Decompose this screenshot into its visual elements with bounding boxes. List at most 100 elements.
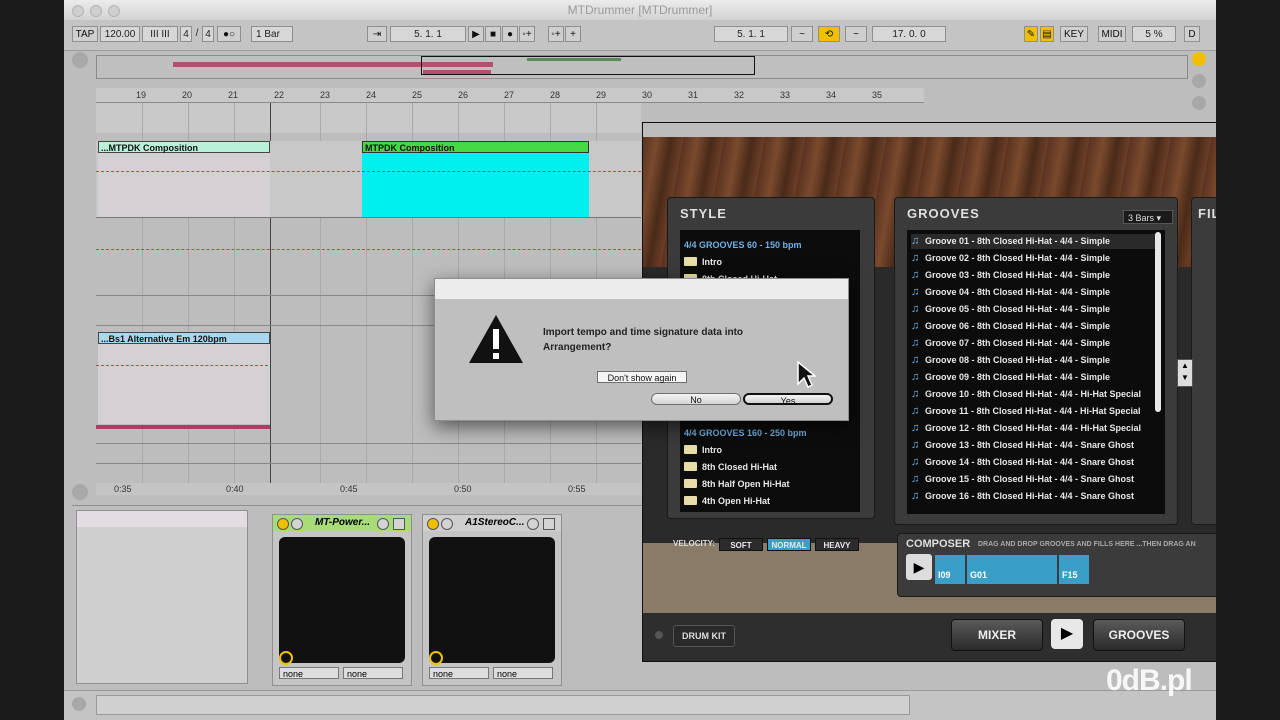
add-button[interactable]: +	[565, 26, 581, 42]
computer-keyboard-button[interactable]: ▤	[1040, 26, 1054, 42]
mixer-button[interactable]: MIXER	[951, 619, 1043, 651]
no-button[interactable]: No	[651, 393, 741, 405]
beat-ruler[interactable]: 19 20 21 22 23 24 25 26 27 28 29 30 31 3…	[96, 88, 924, 103]
time-ruler[interactable]: 0:35 0:40 0:45 0:50 0:55	[96, 483, 641, 495]
draw-mode-button[interactable]: ✎	[1024, 26, 1038, 42]
song-position-field[interactable]: 5. 1. 1	[390, 26, 466, 42]
list-view-icon[interactable]	[1192, 52, 1206, 66]
groove-item[interactable]: ♫ Groove 02 - 8th Closed Hi-Hat - 4/4 - S…	[911, 251, 1110, 266]
groove-item[interactable]: ♫ Groove 08 - 8th Closed Hi-Hat - 4/4 - S…	[911, 353, 1110, 368]
groove-item[interactable]: ♫ Groove 12 - 8th Closed Hi-Hat - 4/4 - H…	[911, 421, 1141, 436]
drum-kit-button[interactable]: DRUM KIT	[673, 625, 735, 647]
clip-header[interactable]: ...Bs1 Alternative Em 120bpm	[98, 332, 270, 344]
key-map-button[interactable]: KEY	[1060, 26, 1088, 42]
device-input-select[interactable]: none	[429, 667, 489, 679]
clip-header-selected[interactable]: MTPDK Composition	[362, 141, 589, 153]
automation-arm-button[interactable]: ◦+	[548, 26, 564, 42]
grooves-scrollbar[interactable]	[1155, 232, 1161, 412]
yes-button[interactable]: Yes	[743, 393, 833, 406]
composer-segment-intro[interactable]: I09	[935, 555, 965, 584]
composer-segment-groove[interactable]: G01	[967, 555, 1057, 584]
device-mt-power[interactable]: MT-Power... none none	[272, 514, 412, 686]
play-button[interactable]: ▶	[468, 26, 484, 42]
signature-denominator[interactable]: 4	[202, 26, 214, 42]
device-preset-icon[interactable]	[291, 518, 303, 530]
plugin-titlebar[interactable]	[643, 123, 1216, 137]
loop-switch[interactable]: ⟲	[818, 26, 840, 42]
punch-in-button[interactable]: ~	[791, 26, 813, 42]
groove-item[interactable]: ♫ Groove 16 - 8th Closed Hi-Hat - 4/4 - S…	[911, 489, 1134, 504]
overdub-button[interactable]: ◦+	[519, 26, 535, 42]
record-button[interactable]: ●	[502, 26, 518, 42]
device-output-select[interactable]: none	[493, 667, 553, 679]
style-item[interactable]: Intro	[684, 443, 722, 458]
device-save-icon[interactable]	[393, 518, 405, 530]
composer-segment-fill[interactable]: F15	[1059, 555, 1089, 584]
groove-item[interactable]: ♫ Groove 14 - 8th Closed Hi-Hat - 4/4 - S…	[911, 455, 1134, 470]
import-dialog[interactable]: Import tempo and time signature data int…	[434, 278, 849, 421]
clip-header[interactable]: ...MTPDK Composition	[98, 141, 270, 153]
loop-start-field[interactable]: 5. 1. 1	[714, 26, 788, 42]
style-item[interactable]: 8th Half Open Hi-Hat	[684, 477, 790, 492]
overview-viewport[interactable]	[421, 56, 755, 75]
device-save-icon[interactable]	[543, 518, 555, 530]
clip-body-selected[interactable]	[362, 153, 589, 217]
grooves-list[interactable]: ♫ Groove 01 - 8th Closed Hi-Hat - 4/4 - S…	[907, 230, 1165, 514]
midi-map-button[interactable]: MIDI	[1098, 26, 1126, 42]
bars-select[interactable]: 3 Bars ▾	[1123, 210, 1173, 224]
stop-button[interactable]: ■	[485, 26, 501, 42]
quantize-select[interactable]: 1 Bar	[251, 26, 293, 42]
groove-item-selected[interactable]: ♫ Groove 01 - 8th Closed Hi-Hat - 4/4 - S…	[911, 234, 1155, 249]
groove-item[interactable]: ♫ Groove 13 - 8th Closed Hi-Hat - 4/4 - S…	[911, 438, 1134, 453]
velocity-soft[interactable]: SOFT	[719, 538, 763, 551]
groove-item[interactable]: ♫ Groove 04 - 8th Closed Hi-Hat - 4/4 - S…	[911, 285, 1110, 300]
play-groove-icon[interactable]: ▶	[1051, 619, 1083, 649]
style-item[interactable]: Intro	[684, 255, 722, 270]
bar-number: 25	[412, 90, 423, 100]
zoom-icon[interactable]	[72, 484, 88, 500]
session-view-icon[interactable]	[1192, 74, 1206, 88]
help-icon[interactable]	[1192, 96, 1206, 110]
clip-body[interactable]	[98, 344, 270, 424]
metronome-button[interactable]: ●○	[217, 26, 241, 42]
style-item[interactable]: 4th Open Hi-Hat	[684, 494, 770, 509]
groove-item[interactable]: ♫ Groove 03 - 8th Closed Hi-Hat - 4/4 - S…	[911, 268, 1110, 283]
style-item[interactable]: 8th Closed Hi-Hat	[684, 460, 777, 475]
clip-detail-area[interactable]	[76, 510, 248, 684]
groove-item[interactable]: ♫ Groove 10 - 8th Closed Hi-Hat - 4/4 - H…	[911, 387, 1141, 402]
groove-item[interactable]: ♫ Groove 11 - 8th Closed Hi-Hat - 4/4 - H…	[911, 404, 1141, 419]
fills-scroll-arrows[interactable]: ▲ ▼	[1177, 359, 1193, 387]
device-a1stereo[interactable]: A1StereoC... none none	[422, 514, 562, 686]
groove-item[interactable]: ♫ Groove 15 - 8th Closed Hi-Hat - 4/4 - S…	[911, 472, 1134, 487]
device-knob-icon[interactable]	[279, 651, 293, 665]
tap-tempo-button[interactable]: TAP	[72, 26, 98, 42]
grooves-button[interactable]: GROOVES	[1093, 619, 1185, 651]
tempo-nudge[interactable]: III III	[142, 26, 178, 42]
arrangement-overview[interactable]	[96, 55, 1188, 79]
info-view-icon[interactable]	[72, 697, 86, 711]
groove-item[interactable]: ♫ Groove 06 - 8th Closed Hi-Hat - 4/4 - S…	[911, 319, 1110, 334]
fills-panel: FIL	[1191, 197, 1216, 525]
groove-item[interactable]: ♫ Groove 07 - 8th Closed Hi-Hat - 4/4 - S…	[911, 336, 1110, 351]
composer-play-icon[interactable]: ▶	[906, 554, 932, 580]
device-knob-icon[interactable]	[429, 651, 443, 665]
follow-button[interactable]: ⇥	[367, 26, 387, 42]
device-output-select[interactable]: none	[343, 667, 403, 679]
dont-show-again-checkbox[interactable]: Don't show again	[597, 371, 687, 383]
device-edit-icon[interactable]	[527, 518, 539, 530]
punch-out-button[interactable]: ~	[845, 26, 867, 42]
device-power-icon[interactable]	[427, 518, 439, 530]
groove-item[interactable]: ♫ Groove 05 - 8th Closed Hi-Hat - 4/4 - S…	[911, 302, 1110, 317]
note-icon: ♫	[911, 235, 920, 247]
tempo-field[interactable]: 120.00	[100, 26, 140, 42]
device-power-icon[interactable]	[277, 518, 289, 530]
velocity-normal[interactable]: NORMAL	[767, 538, 811, 551]
groove-item[interactable]: ♫ Groove 09 - 8th Closed Hi-Hat - 4/4 - S…	[911, 370, 1110, 385]
loop-length-field[interactable]: 17. 0. 0	[872, 26, 946, 42]
device-edit-icon[interactable]	[377, 518, 389, 530]
velocity-heavy[interactable]: HEAVY	[815, 538, 859, 551]
device-input-select[interactable]: none	[279, 667, 339, 679]
device-preset-icon[interactable]	[441, 518, 453, 530]
signature-numerator[interactable]: 4	[180, 26, 192, 42]
clip-body[interactable]	[98, 153, 270, 217]
